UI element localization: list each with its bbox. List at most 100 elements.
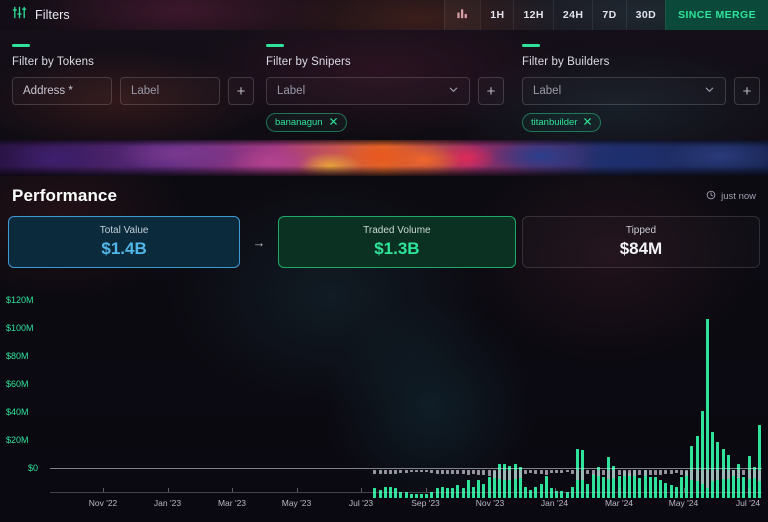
chart-bar-negative[interactable]: [379, 470, 382, 474]
chart-bar-negative[interactable]: [477, 470, 480, 475]
bar-chart-icon-button[interactable]: [444, 0, 480, 30]
chart-bar-negative[interactable]: [389, 470, 392, 474]
chart-bar-negative[interactable]: [623, 470, 626, 476]
chart-bar-negative[interactable]: [467, 470, 470, 475]
chart-bar-negative[interactable]: [586, 470, 589, 474]
chart-bar-negative[interactable]: [430, 470, 433, 473]
chart-bar-negative[interactable]: [503, 470, 506, 480]
chart-bar-negative[interactable]: [498, 470, 501, 479]
add-builder-button[interactable]: +: [734, 77, 760, 105]
builder-label-select[interactable]: Label: [522, 77, 726, 105]
chart-bar-negative[interactable]: [633, 470, 636, 476]
chart-bar-negative[interactable]: [451, 470, 454, 474]
range-button-since-merge[interactable]: SINCE MERGE: [665, 0, 768, 30]
token-address-input[interactable]: Address *: [12, 77, 112, 105]
chart-bar-negative[interactable]: [659, 470, 662, 475]
chart-bar-negative[interactable]: [384, 470, 387, 474]
chart-bar-negative[interactable]: [524, 470, 527, 474]
chart-bar-negative[interactable]: [690, 470, 693, 480]
performance-header: Performance just now: [12, 186, 756, 206]
chart-bar-negative[interactable]: [446, 470, 449, 474]
chart-bar-negative[interactable]: [737, 470, 740, 478]
chart-bar-negative[interactable]: [701, 470, 704, 484]
chart-bar-negative[interactable]: [727, 470, 730, 479]
chart-bar-negative[interactable]: [410, 470, 413, 472]
chart-bar-negative[interactable]: [534, 470, 537, 474]
chart-bar-negative[interactable]: [420, 470, 423, 472]
chart-bar-negative[interactable]: [592, 470, 595, 475]
chart-bar-negative[interactable]: [716, 470, 719, 480]
chart-bar-negative[interactable]: [753, 470, 756, 478]
chart-bar-negative[interactable]: [394, 470, 397, 474]
chart-bar-negative[interactable]: [649, 470, 652, 475]
chart-bar-negative[interactable]: [758, 470, 761, 481]
chart-bar-negative[interactable]: [415, 470, 418, 472]
chart-bar-negative[interactable]: [555, 470, 558, 473]
chart-bar-negative[interactable]: [405, 470, 408, 473]
token-label-input[interactable]: Label: [120, 77, 220, 105]
chart-bar-negative[interactable]: [519, 470, 522, 478]
chart-bar-negative[interactable]: [748, 470, 751, 479]
chart-bar-negative[interactable]: [675, 470, 678, 473]
range-button-30d[interactable]: 30D: [626, 0, 665, 30]
chart-bar-negative[interactable]: [711, 470, 714, 481]
chart-bar-negative[interactable]: [529, 470, 532, 473]
chart-bar-negative[interactable]: [456, 470, 459, 474]
chart-bar-negative[interactable]: [373, 470, 376, 474]
stat-card-total-value[interactable]: Total Value $1.4B: [8, 216, 240, 268]
chart-bar-negative[interactable]: [399, 470, 402, 473]
chart-bar-negative[interactable]: [571, 470, 574, 474]
sniper-chip[interactable]: bananagun: [266, 113, 347, 132]
sniper-label-select[interactable]: Label: [266, 77, 470, 105]
chart-bar-negative[interactable]: [706, 470, 709, 488]
filters-button[interactable]: Filters: [0, 5, 70, 25]
chart-bar-negative[interactable]: [696, 470, 699, 481]
chart-bar-negative[interactable]: [612, 470, 615, 478]
chart-bar-negative[interactable]: [441, 470, 444, 474]
chart-bar-negative[interactable]: [654, 470, 657, 475]
chart-bar-negative[interactable]: [680, 470, 683, 475]
chart-bar-negative[interactable]: [644, 470, 647, 476]
chart-bar-negative[interactable]: [732, 470, 735, 476]
chart-bar-negative[interactable]: [462, 470, 465, 474]
chart-bar-negative[interactable]: [576, 470, 579, 480]
close-icon[interactable]: [329, 117, 338, 129]
chart-bar-negative[interactable]: [638, 470, 641, 475]
range-button-12h[interactable]: 12H: [513, 0, 552, 30]
filter-panel: Filter by Tokens Address * Label + Filte…: [0, 30, 768, 140]
chart-bar-negative[interactable]: [493, 470, 496, 478]
range-button-24h[interactable]: 24H: [553, 0, 592, 30]
chart-bar-negative[interactable]: [545, 470, 548, 475]
y-axis-tick-4: $80M: [6, 351, 29, 361]
chart-bar-negative[interactable]: [722, 470, 725, 479]
chart-bar-negative[interactable]: [607, 470, 610, 479]
chart-bar-negative[interactable]: [425, 470, 428, 472]
chart-bar-negative[interactable]: [602, 470, 605, 475]
chart-bar-negative[interactable]: [664, 470, 667, 474]
chart-bar-negative[interactable]: [482, 470, 485, 475]
chart-bar-negative[interactable]: [472, 470, 475, 474]
chart-bar-negative[interactable]: [597, 470, 600, 476]
chart-bar-negative[interactable]: [670, 470, 673, 474]
range-button-1h[interactable]: 1H: [480, 0, 513, 30]
range-button-7d[interactable]: 7D: [592, 0, 625, 30]
chart-bar-negative[interactable]: [618, 470, 621, 475]
chart-bar-negative[interactable]: [550, 470, 553, 473]
chart-bar-negative[interactable]: [436, 470, 439, 474]
chart-bar-negative[interactable]: [560, 470, 563, 473]
chart-bar-negative[interactable]: [742, 470, 745, 475]
chart-bar-negative[interactable]: [628, 470, 631, 476]
chart-bar-negative[interactable]: [488, 470, 491, 476]
close-icon[interactable]: [583, 117, 592, 129]
stat-card-tipped[interactable]: Tipped $84M: [522, 216, 760, 268]
add-token-button[interactable]: +: [228, 77, 254, 105]
chart-bar-negative[interactable]: [566, 470, 569, 472]
chart-bar-negative[interactable]: [540, 470, 543, 474]
chart-bar-negative[interactable]: [581, 470, 584, 480]
chart-bar-negative[interactable]: [685, 470, 688, 476]
chart-bar-negative[interactable]: [508, 470, 511, 480]
builder-chip[interactable]: titanbuilder: [522, 113, 601, 132]
chart-bar-negative[interactable]: [514, 470, 517, 479]
add-sniper-button[interactable]: +: [478, 77, 504, 105]
stat-card-traded-volume[interactable]: Traded Volume $1.3B: [278, 216, 516, 268]
